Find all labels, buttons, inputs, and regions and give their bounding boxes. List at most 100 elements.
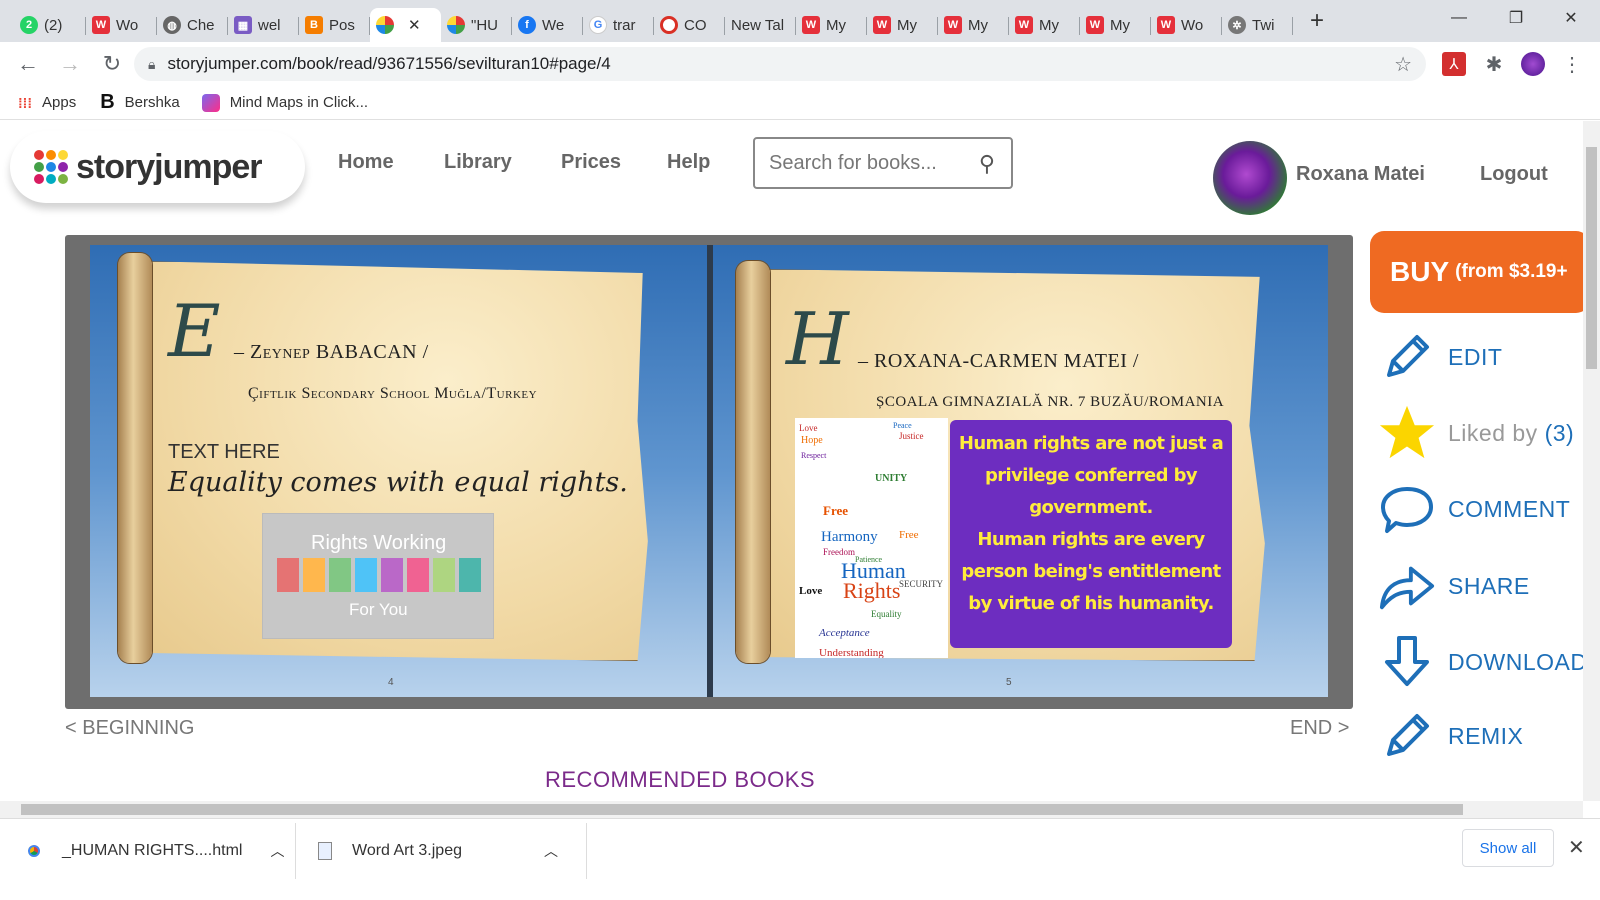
word-art-image: Love Hope Peace Justice Respect Free UNI… bbox=[795, 418, 948, 658]
user-name[interactable]: Roxana Matei bbox=[1296, 163, 1425, 186]
browser-tab[interactable]: ▦ wel bbox=[228, 8, 299, 42]
chrome-icon bbox=[24, 841, 44, 861]
bookmark-star-icon[interactable]: ☆ bbox=[1394, 52, 1412, 77]
left-school-name: Çiftlik Secondary School Muğla/Turkey bbox=[248, 385, 538, 402]
browser-tab[interactable]: ✲ Twi bbox=[1222, 8, 1293, 42]
nav-prices[interactable]: Prices bbox=[561, 151, 621, 174]
new-tab-button[interactable]: + bbox=[1303, 7, 1331, 35]
star-icon bbox=[1378, 404, 1436, 462]
browser-tab[interactable]: W Wo bbox=[86, 8, 157, 42]
remix-button[interactable]: REMIX bbox=[1378, 707, 1523, 765]
w-icon: W bbox=[944, 16, 962, 34]
reload-icon[interactable]: ↻ bbox=[94, 51, 130, 77]
avatar[interactable] bbox=[1213, 141, 1287, 215]
pdf-extension-icon[interactable]: ⅄ bbox=[1442, 52, 1466, 76]
extensions-icon[interactable]: ✱ bbox=[1482, 52, 1506, 76]
forward-icon[interactable]: → bbox=[52, 51, 88, 77]
b-icon: B bbox=[100, 91, 115, 113]
url-text: storyjumper.com/book/read/93671556/sevil… bbox=[167, 54, 611, 73]
browser-tab[interactable]: f We bbox=[512, 8, 583, 42]
w-icon: W bbox=[1086, 16, 1104, 34]
bookmarks-bar: ⁞⁞⁞ Apps B Bershka Mind Maps in Click... bbox=[0, 86, 1600, 120]
back-icon[interactable]: ← bbox=[10, 51, 46, 77]
show-all-button[interactable]: Show all bbox=[1462, 829, 1554, 867]
bookmark-mindmaps[interactable]: Mind Maps in Click... bbox=[201, 93, 368, 112]
page-number-right: 5 bbox=[1006, 677, 1012, 688]
chevron-up-icon[interactable]: ︿ bbox=[270, 841, 284, 861]
logo-dots-icon bbox=[34, 150, 68, 184]
w-icon: W bbox=[873, 16, 891, 34]
horizontal-scroll-thumb[interactable] bbox=[21, 804, 1463, 815]
human-rights-message-box: Human rights are not just a privilege co… bbox=[950, 420, 1232, 648]
liked-by-button[interactable]: Liked by (3) bbox=[1378, 404, 1574, 462]
storyjumper-icon bbox=[376, 16, 394, 34]
close-tab-icon[interactable]: ✕ bbox=[408, 16, 421, 34]
download-button[interactable]: DOWNLOAD bbox=[1378, 633, 1583, 691]
buy-button[interactable]: BUY (from $3.19+ bbox=[1370, 231, 1583, 313]
browser-tab[interactable]: W My bbox=[796, 8, 867, 42]
storyjumper-logo[interactable]: storyjumper bbox=[10, 131, 305, 203]
close-icon[interactable]: ✕ bbox=[1568, 835, 1585, 860]
browser-tab[interactable]: CO bbox=[654, 8, 725, 42]
browser-tab[interactable]: New Tal bbox=[725, 8, 796, 42]
right-scroll-roll bbox=[736, 261, 770, 663]
search-input[interactable]: Search for books... ⚲ bbox=[753, 137, 1013, 189]
vertical-scrollbar[interactable] bbox=[1583, 121, 1600, 801]
close-window-button[interactable]: ✕ bbox=[1542, 0, 1600, 36]
comment-button[interactable]: COMMENT bbox=[1378, 480, 1570, 538]
browser-tab[interactable]: 2 (2) bbox=[14, 8, 86, 42]
bookmark-bershka[interactable]: B Bershka bbox=[100, 91, 179, 114]
horizontal-scrollbar[interactable] bbox=[0, 801, 1583, 818]
share-button[interactable]: SHARE bbox=[1378, 557, 1530, 615]
download-separator bbox=[295, 823, 296, 879]
vertical-scroll-thumb[interactable] bbox=[1586, 147, 1597, 369]
browser-tab-active[interactable]: ✕ bbox=[370, 8, 441, 42]
nav-help[interactable]: Help bbox=[667, 151, 710, 174]
lock-icon: 🔒︎ bbox=[148, 55, 156, 72]
download-item[interactable]: _HUMAN RIGHTS....html ︿ bbox=[24, 819, 284, 883]
address-bar[interactable]: 🔒︎ storyjumper.com/book/read/93671556/se… bbox=[134, 47, 1426, 81]
browser-toolbar: ← → ↻ 🔒︎ storyjumper.com/book/read/93671… bbox=[0, 42, 1600, 86]
page-number-left: 4 bbox=[388, 677, 394, 688]
w-icon: W bbox=[1157, 16, 1175, 34]
rights-image-people bbox=[277, 558, 481, 592]
profile-avatar-icon[interactable] bbox=[1521, 52, 1545, 76]
left-initial-letter: E bbox=[168, 289, 221, 373]
share-arrow-icon bbox=[1378, 557, 1436, 615]
nav-home[interactable]: Home bbox=[338, 151, 394, 174]
download-arrow-icon bbox=[1378, 633, 1436, 691]
minimize-button[interactable]: — bbox=[1430, 0, 1488, 36]
browser-tab[interactable]: B Pos bbox=[299, 8, 370, 42]
download-item[interactable]: Word Art 3.jpeg ︿ bbox=[318, 819, 558, 883]
beginning-link[interactable]: < BEGINNING bbox=[65, 717, 194, 740]
logout-link[interactable]: Logout bbox=[1480, 163, 1548, 186]
message-line-3: government. bbox=[1029, 497, 1153, 518]
nav-library[interactable]: Library bbox=[444, 151, 512, 174]
w-icon: W bbox=[92, 16, 110, 34]
left-author-name: – Zeynep BABACAN / bbox=[234, 341, 429, 363]
message-line-1: Human rights are not just a bbox=[958, 433, 1224, 454]
message-line-2: privilege conferred by bbox=[985, 465, 1198, 486]
facebook-icon: f bbox=[518, 16, 536, 34]
end-link[interactable]: END > bbox=[1290, 717, 1349, 740]
rights-image-title: Rights Working bbox=[311, 532, 447, 554]
browser-tab[interactable]: W Wo bbox=[1151, 8, 1222, 42]
browser-tab[interactable]: W My bbox=[938, 8, 1009, 42]
browser-tab[interactable]: Gtrar bbox=[583, 8, 654, 42]
browser-menu-icon[interactable]: ⋮ bbox=[1560, 52, 1584, 76]
search-icon[interactable]: ⚲ bbox=[979, 151, 995, 177]
browser-tab[interactable]: W My bbox=[1080, 8, 1151, 42]
pencil-icon bbox=[1378, 707, 1436, 765]
right-school-name: ȘCOALA GIMNAZIALĂ NR. 7 BUZĂU/ROMANIA bbox=[876, 394, 1225, 410]
pencil-icon bbox=[1378, 328, 1436, 386]
recommended-books-heading: RECOMMENDED BOOKS bbox=[545, 767, 816, 792]
restore-button[interactable]: ❐ bbox=[1487, 0, 1545, 36]
bookmark-apps[interactable]: ⁞⁞⁞ Apps bbox=[18, 94, 76, 111]
browser-tab[interactable]: W My bbox=[867, 8, 938, 42]
chevron-up-icon[interactable]: ︿ bbox=[544, 841, 558, 861]
browser-tab[interactable]: W My bbox=[1009, 8, 1080, 42]
browser-tab[interactable]: ◍ Che bbox=[157, 8, 228, 42]
edit-button[interactable]: EDIT bbox=[1378, 328, 1502, 386]
download-bar: _HUMAN RIGHTS....html ︿ Word Art 3.jpeg … bbox=[0, 818, 1600, 900]
browser-tab[interactable]: "HU bbox=[441, 8, 512, 42]
